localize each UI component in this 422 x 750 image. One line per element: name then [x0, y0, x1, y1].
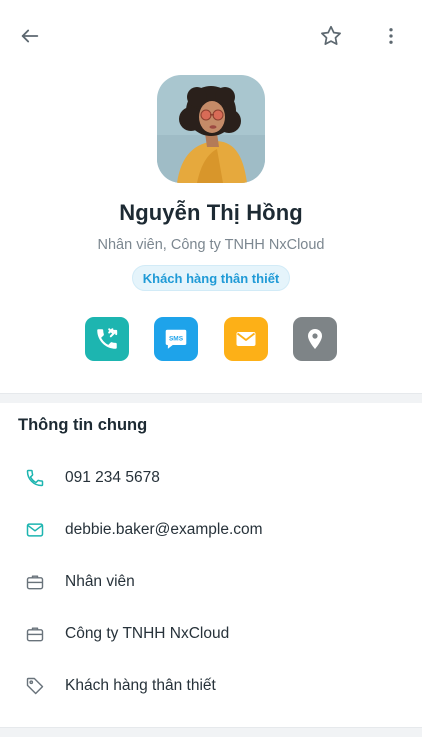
- info-row-text: Khách hàng thân thiết: [65, 677, 216, 694]
- location-button[interactable]: [293, 317, 337, 361]
- contact-subtitle: Nhân viên, Công ty TNHH NxCloud: [97, 237, 325, 253]
- contact-name: Nguyễn Thị Hồng: [119, 200, 303, 225]
- call-button[interactable]: [85, 317, 129, 361]
- briefcase-icon: [24, 571, 46, 593]
- briefcase-icon: [24, 623, 46, 645]
- arrow-left-icon: [21, 29, 39, 43]
- sms-button[interactable]: SMS: [154, 317, 198, 361]
- avatar: [157, 75, 265, 183]
- info-row-company: Công ty TNHH NxCloud: [0, 608, 422, 660]
- more-vertical-icon: [389, 28, 393, 44]
- section-divider: [0, 393, 422, 403]
- email-button[interactable]: [224, 317, 268, 361]
- info-row-position: Nhân viên: [0, 556, 422, 608]
- info-row-phone[interactable]: 091 234 5678: [0, 452, 422, 504]
- top-bar: [0, 0, 422, 72]
- general-info-title: Thông tin chung: [18, 416, 148, 434]
- info-row-text: 091 234 5678: [65, 469, 160, 486]
- tag-icon: [24, 675, 46, 697]
- location-pin-icon: [308, 329, 322, 349]
- customer-tag-badge: Khách hàng thân thiết: [131, 265, 291, 291]
- info-row-tag: Khách hàng thân thiết: [0, 660, 422, 712]
- phone-icon: [24, 467, 46, 489]
- info-row-text: Nhân viên: [65, 573, 135, 590]
- sms-icon-label: SMS: [169, 335, 184, 342]
- info-row-text: debbie.baker@example.com: [65, 521, 263, 538]
- mail-icon: [236, 332, 256, 346]
- favorite-button[interactable]: [313, 18, 349, 54]
- sms-icon: SMS: [165, 329, 187, 349]
- back-button[interactable]: [12, 18, 48, 54]
- phone-call-icon: [97, 328, 118, 349]
- more-options-button[interactable]: [373, 18, 409, 54]
- info-row-email[interactable]: debbie.baker@example.com: [0, 504, 422, 556]
- star-icon: [321, 25, 341, 45]
- quick-actions: SMS: [0, 317, 422, 361]
- section-divider: [0, 727, 422, 737]
- info-row-text: Công ty TNHH NxCloud: [65, 625, 230, 642]
- mail-icon: [24, 519, 46, 541]
